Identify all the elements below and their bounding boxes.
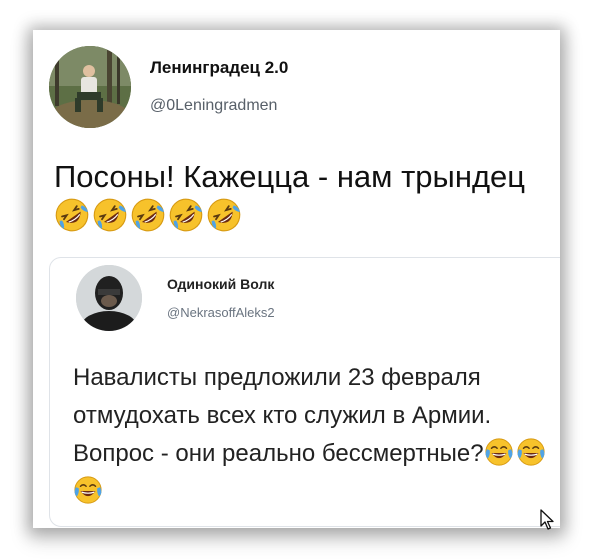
quoted-avatar-photo: [76, 265, 142, 331]
tears-of-joy-icon: [516, 438, 545, 466]
author-handle[interactable]: @0Leningradmen: [150, 97, 277, 115]
rolling-on-floor-laughing-icon: [169, 198, 203, 232]
rolling-on-floor-laughing-icon: [207, 198, 241, 232]
quoted-tweet-text-content: Навалисты предложили 23 февраля отмудоха…: [73, 364, 492, 467]
quoted-author-name[interactable]: Одинокий Волк: [167, 276, 274, 292]
avatar[interactable]: [49, 46, 131, 128]
rolling-on-floor-laughing-icon: [131, 198, 165, 232]
tears-of-joy-icon: [484, 438, 513, 466]
tears-of-joy-icon: [74, 476, 102, 504]
tweet-text-content: Посоны! Кажецца - нам трындец: [54, 159, 526, 194]
author-name[interactable]: Ленинградец 2.0: [150, 58, 288, 78]
avatar-photo: [49, 46, 131, 128]
quoted-avatar[interactable]: [76, 265, 142, 331]
tweet-text: Посоны! Кажецца - нам трындец: [54, 157, 554, 237]
quoted-tweet-text: Навалисты предложили 23 февраля отмудоха…: [73, 359, 553, 511]
tweet-card[interactable]: Ленинградец 2.0 @0Leningradmen Посоны! К…: [33, 30, 560, 528]
rolling-on-floor-laughing-icon: [93, 198, 127, 232]
mouse-cursor-icon: [540, 509, 554, 536]
quoted-tweet[interactable]: Одинокий Волк @NekrasoffAleks2 Навалисты…: [49, 257, 560, 527]
quoted-author-handle[interactable]: @NekrasoffAleks2: [167, 305, 275, 320]
rolling-on-floor-laughing-icon: [55, 198, 89, 232]
emoji-group: [54, 198, 244, 234]
